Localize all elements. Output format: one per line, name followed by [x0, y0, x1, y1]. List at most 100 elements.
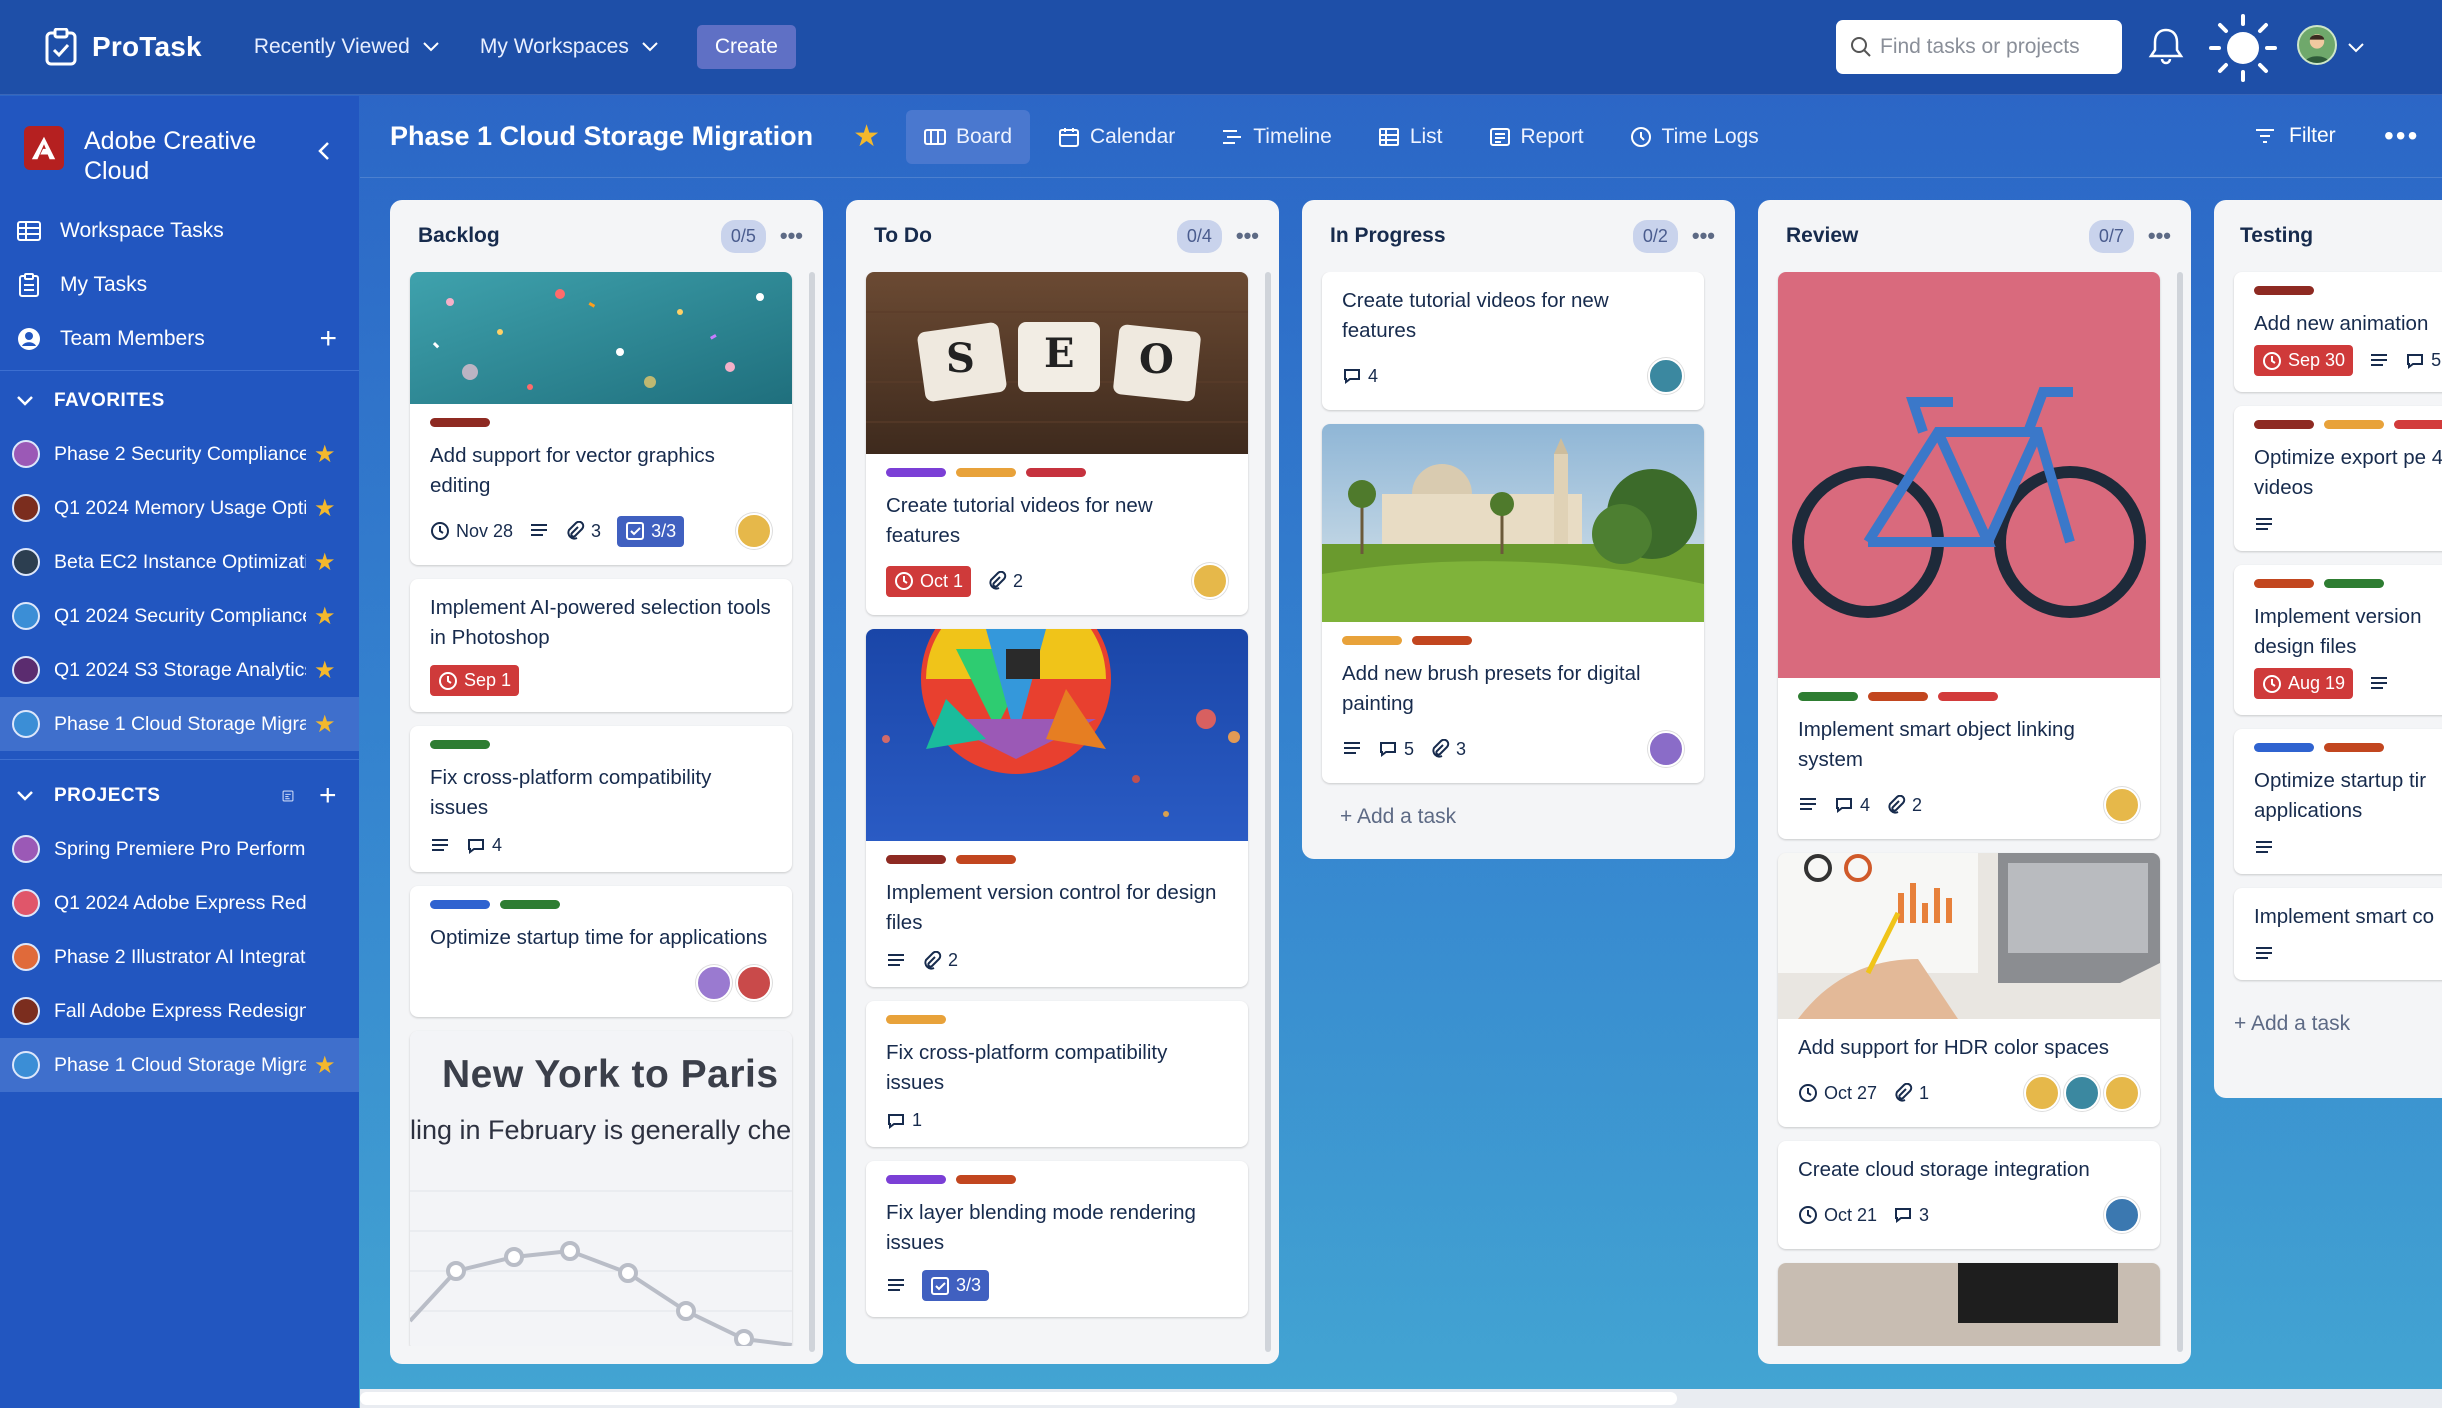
star-icon[interactable]: ★	[314, 440, 336, 469]
add-task-button[interactable]: + Add a task	[1302, 797, 1735, 859]
search-box[interactable]	[1836, 20, 2122, 74]
favorite-star-icon[interactable]: ★	[853, 119, 880, 154]
task-card[interactable]	[1778, 1263, 2160, 1346]
more-options-icon[interactable]: •••	[2384, 120, 2419, 152]
avatar[interactable]	[1648, 358, 1684, 394]
search-input[interactable]	[1880, 35, 2110, 59]
create-button[interactable]: Create	[696, 25, 796, 69]
task-card[interactable]: Optimize startup time for applications	[410, 886, 792, 1017]
favorites-header[interactable]: FAVORITES	[0, 375, 359, 427]
favorite-item[interactable]: Q1 2024 Memory Usage Optimization ★	[0, 481, 359, 535]
column-scrollbar[interactable]	[1265, 272, 1271, 1352]
favorite-item-active[interactable]: Phase 1 Cloud Storage Migration ★	[0, 697, 359, 751]
column-menu-icon[interactable]: •••	[1236, 223, 1259, 249]
column-count-badge: 0/7	[2088, 219, 2134, 253]
task-card[interactable]: Add new brush presets for digital painti…	[1322, 424, 1704, 783]
star-icon[interactable]: ★	[314, 548, 336, 577]
star-icon[interactable]: ★	[314, 710, 336, 739]
sidebar-item-team-members[interactable]: Team Members +	[0, 312, 359, 366]
column-menu-icon[interactable]: •••	[2148, 223, 2171, 249]
user-avatar[interactable]	[2297, 25, 2337, 65]
star-icon[interactable]: ★	[314, 494, 336, 523]
task-card[interactable]: Fix cross-platform compatibility issues …	[410, 726, 792, 872]
avatar[interactable]	[2104, 1197, 2140, 1233]
tab-timeline[interactable]: Timeline	[1203, 110, 1350, 164]
star-icon[interactable]: ★	[314, 1051, 336, 1080]
column-scrollbar[interactable]	[809, 272, 815, 1352]
task-card[interactable]: Implement smart object linking system 4 …	[1778, 272, 2160, 839]
avatar[interactable]	[1648, 731, 1684, 767]
task-card[interactable]: Optimize export pe 4K videos	[2234, 406, 2442, 551]
checkbox-icon	[931, 1276, 949, 1295]
column-title: To Do	[874, 224, 932, 247]
avatar[interactable]	[2104, 1075, 2140, 1111]
project-item[interactable]: Spring Premiere Pro Performance	[0, 822, 359, 876]
task-card[interactable]: Fix cross-platform compatibility issues …	[866, 1001, 1248, 1147]
add-task-button[interactable]: + Add a task	[2214, 994, 2442, 1054]
horizontal-scrollbar[interactable]	[360, 1389, 2442, 1408]
app-logo[interactable]: ProTask	[44, 28, 202, 66]
recently-viewed-menu[interactable]: Recently Viewed	[254, 35, 440, 59]
task-card[interactable]: Implement smart co	[2234, 888, 2442, 980]
project-item[interactable]: Q1 2024 Adobe Express Redesign	[0, 876, 359, 930]
task-card[interactable]: Implement version control for design fil…	[866, 629, 1248, 987]
avatar[interactable]	[2024, 1075, 2060, 1111]
report-icon[interactable]	[279, 790, 297, 802]
chevron-left-icon[interactable]	[314, 140, 334, 162]
sidebar-item-label: Workspace Tasks	[60, 219, 224, 242]
add-project-icon[interactable]: +	[319, 779, 337, 813]
projects-header[interactable]: PROJECTS +	[0, 770, 359, 822]
seo-letter: E	[1044, 330, 1075, 377]
favorite-item[interactable]: Q1 2024 Security Compliance ★	[0, 589, 359, 643]
task-card[interactable]: Create cloud storage integration Oct 21 …	[1778, 1141, 2160, 1249]
favorite-item[interactable]: Q1 2024 S3 Storage Analytics ★	[0, 643, 359, 697]
project-item-active[interactable]: Phase 1 Cloud Storage Migration ★	[0, 1038, 359, 1092]
sun-icon[interactable]	[2203, 12, 2283, 84]
task-card[interactable]: Implement version design files Aug 19	[2234, 565, 2442, 715]
avatar[interactable]	[736, 513, 772, 549]
task-card[interactable]: Implement AI-powered selection tools in …	[410, 579, 792, 712]
sidebar-item-workspace-tasks[interactable]: Workspace Tasks	[0, 204, 359, 258]
tab-report[interactable]: Report	[1471, 110, 1602, 164]
star-icon[interactable]: ★	[314, 602, 336, 631]
add-member-icon[interactable]: +	[319, 322, 337, 356]
bell-icon[interactable]	[2148, 26, 2184, 66]
star-icon[interactable]: ★	[314, 656, 336, 685]
project-item[interactable]: Fall Adobe Express Redesign	[0, 984, 359, 1038]
avatar[interactable]	[2064, 1075, 2100, 1111]
tab-board[interactable]: Board	[905, 109, 1031, 164]
column-menu-icon[interactable]: •••	[1692, 223, 1715, 249]
avatar[interactable]	[1192, 563, 1228, 599]
task-card[interactable]: New York to Paris ling in February is ge…	[410, 1031, 792, 1346]
card-meta: 3/3	[886, 1270, 1228, 1301]
chevron-down-icon[interactable]	[2347, 42, 2365, 54]
favorite-item[interactable]: Beta EC2 Instance Optimization ★	[0, 535, 359, 589]
task-card[interactable]: S E O Create tutorial videos for new fea…	[866, 272, 1248, 615]
column-count-badge: 0/5	[720, 219, 766, 253]
column-menu-icon[interactable]: •••	[780, 223, 803, 249]
sidebar-item-my-tasks[interactable]: My Tasks	[0, 258, 359, 312]
task-card[interactable]: Add support for vector graphics editing …	[410, 272, 792, 565]
filter-button[interactable]: Filter	[2255, 124, 2336, 148]
task-card[interactable]: Create tutorial videos for new features …	[1322, 272, 1704, 410]
tab-list[interactable]: List	[1360, 110, 1461, 164]
project-item[interactable]: Phase 2 Illustrator AI Integration	[0, 930, 359, 984]
tab-label: Board	[955, 124, 1013, 148]
column-scrollbar[interactable]	[2177, 272, 2183, 1352]
scrollbar-thumb[interactable]	[360, 1392, 1677, 1405]
favorite-item-label: Phase 1 Cloud Storage Migration	[54, 712, 306, 735]
task-card[interactable]: Add support for HDR color spaces Oct 27 …	[1778, 853, 2160, 1127]
favorite-item[interactable]: Phase 2 Security Compliance ★	[0, 427, 359, 481]
avatar[interactable]	[2104, 787, 2140, 823]
tab-calendar[interactable]: Calendar	[1040, 110, 1193, 164]
workspace-header[interactable]: Adobe Creative Cloud	[0, 96, 359, 204]
task-card[interactable]: Optimize startup tir applications	[2234, 729, 2442, 874]
avatar[interactable]	[736, 965, 772, 1001]
tab-time-logs[interactable]: Time Logs	[1612, 110, 1777, 164]
task-card[interactable]: Add new animation Sep 30 5	[2234, 272, 2442, 392]
description-indicator	[2369, 351, 2389, 371]
add-task-button[interactable]: + Add a task	[866, 1331, 1259, 1346]
avatar[interactable]	[696, 965, 732, 1001]
my-workspaces-menu[interactable]: My Workspaces	[480, 35, 659, 59]
task-card[interactable]: Fix layer blending mode rendering issues…	[866, 1161, 1248, 1317]
